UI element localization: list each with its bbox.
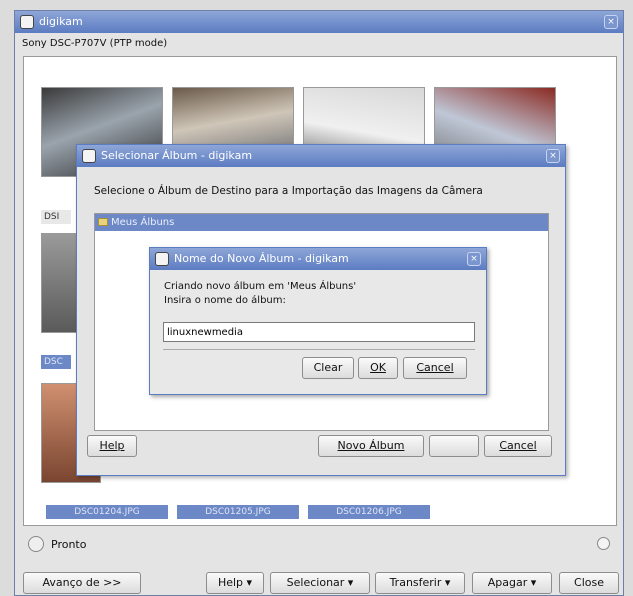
album-dialog-instruction: Selecione o Álbum de Destino para a Impo… [94, 185, 483, 197]
name-dialog-title: Nome do Novo Álbum - digikam [174, 252, 349, 265]
advanced-button-label: Avanço de >> [42, 576, 122, 589]
name-dialog-divider [163, 349, 475, 350]
partial-label-1: DSI [41, 210, 71, 224]
album-tree-root-label: Meus Álbuns [111, 217, 175, 228]
thumbnail-label-2[interactable]: DSC01205.JPG [177, 505, 299, 519]
album-dialog-app-icon [82, 149, 96, 163]
album-help-label: Help [99, 439, 125, 452]
main-title-bar[interactable]: digikam [15, 11, 623, 33]
delete-button[interactable]: Apagar ▾ [472, 572, 552, 594]
album-dialog-close-icon[interactable]: × [546, 149, 560, 163]
select-label: Selecionar ▾ [286, 576, 354, 589]
name-ok-button[interactable]: OK [358, 357, 398, 379]
thumbnail-label-1[interactable]: DSC01204.JPG [46, 505, 168, 519]
album-tree-root[interactable]: Meus Álbuns [95, 214, 548, 231]
album-name-input[interactable] [163, 322, 475, 342]
album-cancel-label: Cancel [499, 439, 537, 452]
main-close-icon[interactable]: × [604, 15, 618, 29]
name-dialog-close-icon[interactable]: × [467, 252, 481, 266]
select-button[interactable]: Selecionar ▾ [270, 572, 370, 594]
name-dialog-app-icon [155, 252, 169, 266]
main-help-button[interactable]: Help ▾ [206, 572, 264, 594]
name-cancel-button[interactable]: Cancel [403, 357, 467, 379]
app-icon [20, 15, 34, 29]
main-window-title: digikam [39, 15, 83, 28]
advanced-button[interactable]: Avanço de >> [23, 572, 141, 594]
transfer-button[interactable]: Transferir ▾ [375, 572, 465, 594]
delete-label: Apagar ▾ [487, 576, 537, 589]
name-dialog: Nome do Novo Álbum - digikam × Criando n… [149, 247, 487, 395]
album-ok-button[interactable]: OK [429, 435, 479, 457]
new-album-button[interactable]: Novo Álbum [318, 435, 424, 457]
status-text: Pronto [51, 538, 87, 551]
partial-label-2: DSC [41, 355, 71, 369]
camera-label: Sony DSC-P707V (PTP mode) [22, 38, 168, 49]
transfer-label: Transferir ▾ [389, 576, 451, 589]
clear-label: Clear [313, 361, 343, 374]
album-dialog-title: Selecionar Álbum - digikam [101, 149, 253, 162]
main-help-label: Help ▾ [217, 576, 253, 589]
name-prompt-line1: Criando novo álbum em 'Meus Álbuns' [164, 281, 357, 292]
status-icon [28, 536, 44, 552]
name-prompt-line2: Insira o nome do álbum: [164, 295, 286, 306]
name-ok-label: OK [370, 361, 386, 374]
album-cancel-button[interactable]: Cancel [484, 435, 552, 457]
folder-icon [98, 218, 108, 226]
name-dialog-title-bar[interactable]: Nome do Novo Álbum - digikam [150, 248, 486, 270]
clear-button[interactable]: Clear [302, 357, 354, 379]
album-help-button[interactable]: Help [87, 435, 137, 457]
busy-indicator-icon [597, 537, 610, 550]
thumbnail-label-3[interactable]: DSC01206.JPG [308, 505, 430, 519]
album-dialog-title-bar[interactable]: Selecionar Álbum - digikam [77, 145, 565, 167]
main-close-button[interactable]: Close [559, 572, 619, 594]
main-close-label: Close [574, 576, 604, 589]
name-cancel-label: Cancel [416, 361, 454, 374]
new-album-label: Novo Álbum [337, 439, 405, 452]
